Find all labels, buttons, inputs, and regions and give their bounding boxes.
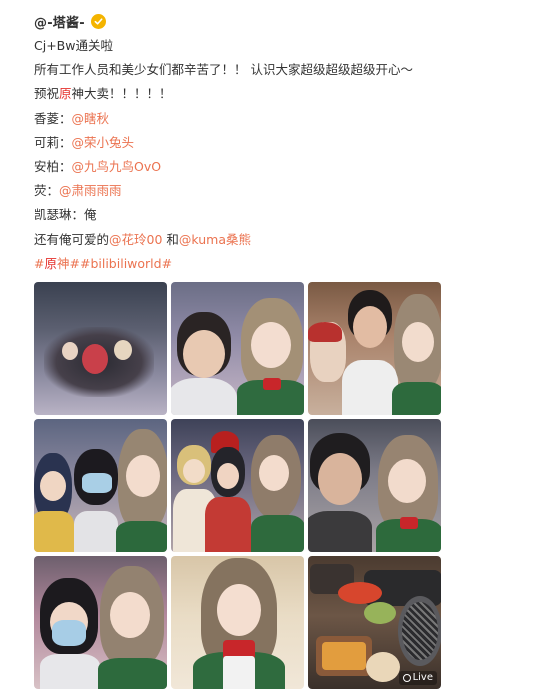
text-line: 还有俺可爱的@花玲00 和@kuma桑熊 — [34, 228, 534, 252]
post-text: Cj+Bw通关啦 所有工作人员和美少女们都辛苦了！！ 认识大家超级超级超级开心～… — [34, 34, 534, 276]
highlight-keyword: 原 — [44, 255, 57, 271]
weibo-post: @-塔酱- Cj+Bw通关啦 所有工作人员和美少女们都辛苦了！！ 认识大家超级超… — [0, 0, 546, 692]
text-segment: 神大卖！！！！！ — [71, 86, 172, 102]
text-segment: 和 — [162, 231, 179, 247]
role-label: 可莉： — [34, 134, 72, 150]
mention-link[interactable]: @kuma桑熊 — [179, 232, 251, 247]
text-line: Cj+Bw通关啦 — [34, 38, 113, 53]
text-line: 可莉：@荣小兔头 — [34, 131, 534, 155]
photo-group-cosplay[interactable] — [171, 419, 304, 552]
text-line: 所有工作人员和美少女们都辛苦了！！ 认识大家超级超级超级开心～ — [34, 62, 413, 78]
photo-selfie-5[interactable] — [34, 556, 167, 689]
photo-selfie-1[interactable] — [171, 282, 304, 415]
verified-badge-icon — [90, 13, 106, 29]
mention-link[interactable]: @花玲00 — [109, 232, 162, 247]
role-label: 安柏： — [34, 158, 72, 174]
photo-selfie-2[interactable] — [308, 282, 441, 415]
role-label: 香菱： — [34, 110, 72, 126]
hashtag-part: # — [34, 255, 45, 271]
text-segment: 预祝 — [34, 86, 60, 102]
hashtag-part: 神# — [57, 255, 80, 271]
photo-grid: Live — [34, 282, 442, 690]
text-segment: 还有俺可爱的 — [34, 231, 110, 247]
mention-link[interactable]: @肃雨雨雨 — [59, 183, 122, 198]
author-row: @-塔酱- — [34, 11, 106, 31]
role-label: 荧： — [34, 183, 60, 199]
photo-selfie-3[interactable] — [34, 419, 167, 552]
mention-link[interactable]: @九鸟九鸟OvO — [72, 159, 162, 174]
text-line: 香菱：@瞎秋 — [34, 107, 534, 131]
mention-link[interactable]: @瞎秋 — [72, 111, 110, 126]
live-photo-badge: Live — [398, 671, 437, 685]
photo-portrait[interactable] — [171, 556, 304, 689]
text-line: 凯瑟琳：俺 — [34, 207, 97, 223]
text-line: 荧：@肃雨雨雨 — [34, 179, 534, 203]
photo-selfie-4[interactable] — [308, 419, 441, 552]
hashtag-link[interactable]: #原神# — [34, 256, 80, 271]
mention-link[interactable]: @荣小兔头 — [72, 135, 135, 150]
photo-group-crowd[interactable] — [34, 282, 167, 415]
text-line: 安柏：@九鸟九鸟OvO — [34, 155, 534, 179]
photo-bbq-table[interactable]: Live — [308, 556, 441, 689]
hashtag-link[interactable]: #bilibiliworld# — [80, 256, 172, 271]
hashtag-line: #原神##bilibiliworld# — [34, 252, 534, 276]
author-name[interactable]: @-塔酱- — [34, 12, 85, 31]
text-line: 预祝原神大卖！！！！！ — [34, 82, 534, 106]
highlight-keyword: 原 — [59, 86, 72, 102]
